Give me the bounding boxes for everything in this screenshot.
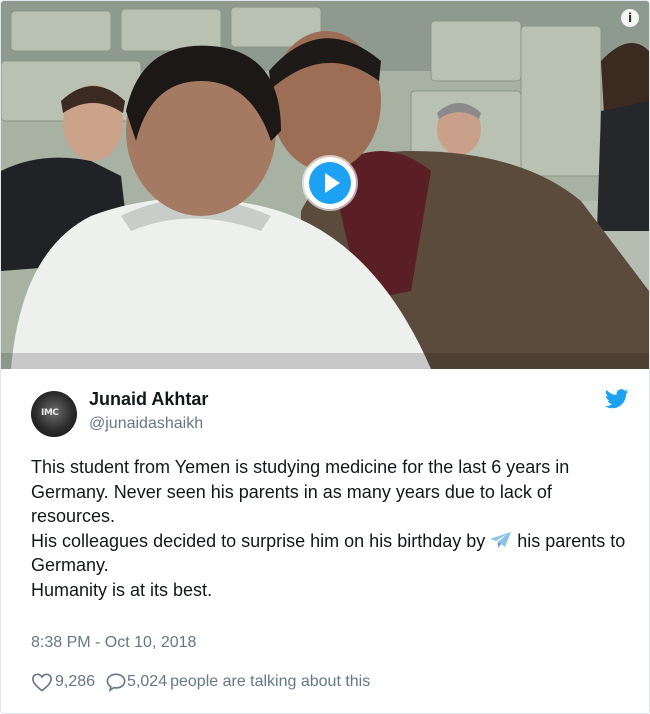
- tweet-video[interactable]: i: [1, 1, 649, 369]
- tweet-content: IMC Junaid Akhtar @junaidashaikh This st…: [1, 369, 649, 713]
- user-handle[interactable]: @junaidashaikh: [89, 415, 203, 433]
- display-name[interactable]: Junaid Akhtar: [89, 389, 208, 410]
- tweet-text-segment: His colleagues decided to surprise him o…: [31, 530, 486, 551]
- like-count: 9,286: [55, 673, 96, 690]
- tweet-paragraph: This student from Yemen is studying medi…: [31, 457, 570, 526]
- like-button[interactable]: 9,286: [31, 672, 95, 692]
- reply-count: 5,024: [127, 673, 168, 690]
- airplane-emoji-icon: [490, 531, 512, 548]
- embedded-tweet-card: i IMC Junaid Akhtar @junaidashaikh This …: [0, 0, 650, 714]
- tweet-text: This student from Yemen is studying medi…: [31, 455, 636, 602]
- reply-button[interactable]: 5,024 people are talking about this: [105, 672, 370, 692]
- avatar[interactable]: IMC: [31, 391, 77, 437]
- tweet-timestamp[interactable]: 8:38 PM - Oct 10, 2018: [31, 634, 196, 652]
- info-icon[interactable]: i: [621, 9, 639, 27]
- play-icon: [309, 162, 351, 204]
- tweet-paragraph: Humanity is at its best.: [31, 579, 213, 600]
- speech-bubble-icon: [106, 673, 126, 692]
- twitter-bird-icon[interactable]: [605, 389, 629, 409]
- tweet-paragraph: His colleagues decided to surprise him o…: [31, 529, 636, 578]
- talking-label: people are talking about this: [170, 673, 371, 690]
- tweet-actions: 9,286 5,024 people are talking about thi…: [31, 670, 370, 694]
- play-button[interactable]: [304, 157, 356, 209]
- heart-icon: [32, 673, 52, 692]
- avatar-text: IMC: [41, 408, 59, 418]
